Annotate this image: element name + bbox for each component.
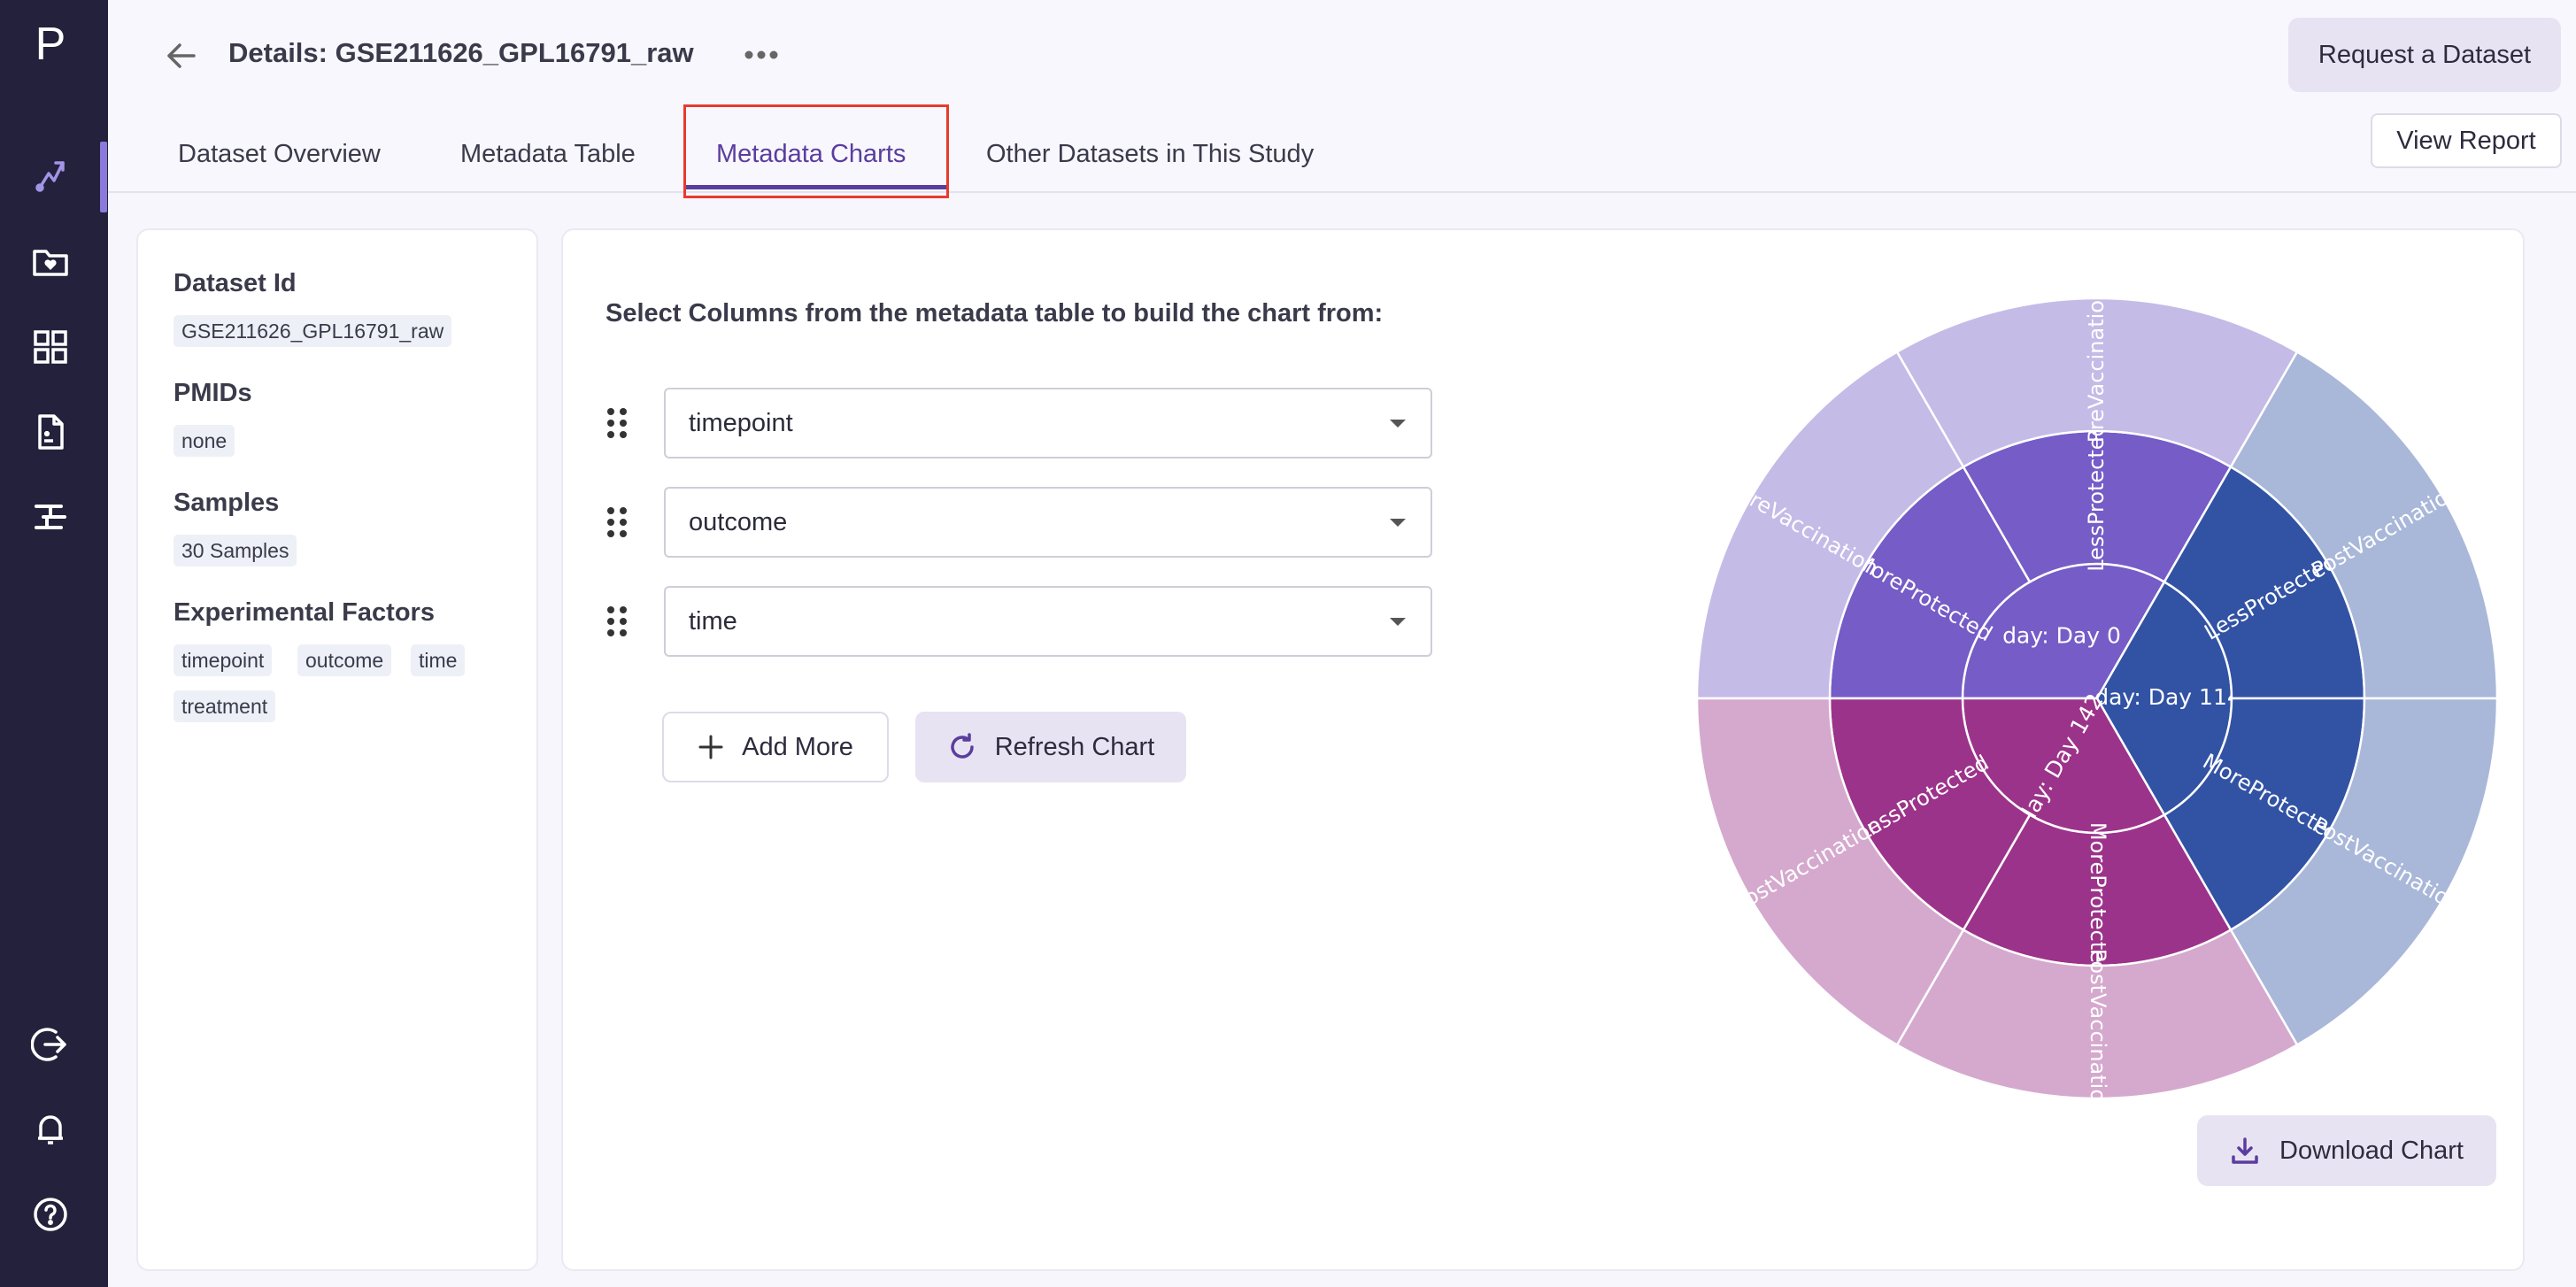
plus-icon (698, 735, 723, 759)
sunburst-segment-time-label: day: Day 0 (2002, 623, 2121, 649)
column-select-time[interactable]: time (664, 586, 1432, 657)
dataset-info-panel: Dataset Id GSE211626_GPL16791_raw PMIDs … (136, 228, 538, 1271)
experimental-factors-label: Experimental Factors (174, 598, 435, 627)
sidebar: P (0, 0, 108, 1287)
active-tab-highlight (683, 104, 949, 198)
chevron-down-icon (1390, 618, 1406, 626)
column-select-outcome[interactable]: outcome (664, 487, 1432, 558)
drag-handle-icon[interactable] (604, 405, 630, 441)
logout-icon[interactable] (24, 1018, 77, 1071)
pipeline-icon[interactable] (24, 490, 77, 543)
download-chart-button[interactable]: Download Chart (2197, 1115, 2496, 1186)
dataset-id-label: Dataset Id (174, 269, 297, 297)
factor-chip: treatment (174, 690, 276, 722)
drag-handle-icon[interactable] (604, 604, 630, 639)
page-header: Details: GSE211626_GPL16791_raw Request … (108, 0, 2576, 193)
grid-icon[interactable] (24, 320, 77, 374)
sunburst-chart[interactable]: day: Day 0MoreProtectedPreVaccination Les… (1696, 297, 2498, 1099)
tab-other-datasets[interactable]: Other Datasets in This Study (986, 140, 1314, 169)
chevron-down-icon (1390, 519, 1406, 527)
factor-chip: timepoint (174, 644, 273, 676)
builder-instruction: Select Columns from the metadata table t… (605, 299, 1384, 328)
more-horizontal-icon (744, 50, 778, 59)
factor-chip: time (411, 644, 466, 676)
refresh-chart-button[interactable]: Refresh Chart (915, 712, 1186, 782)
sunburst-segment-outcome-label: LessProtected (2084, 423, 2109, 572)
folder-heart-icon[interactable] (24, 235, 77, 289)
sunburst-segment-timepoint-label: PreVaccination (2084, 297, 2109, 443)
drag-handle-icon[interactable] (604, 505, 630, 540)
samples-chip: 30 Samples (174, 535, 297, 566)
select-value: timepoint (689, 409, 793, 437)
pmids-chip: none (174, 425, 235, 457)
factor-chip: outcome (297, 644, 392, 676)
column-select-timepoint[interactable]: timepoint (664, 388, 1432, 459)
tab-dataset-overview[interactable]: Dataset Overview (178, 140, 381, 169)
bell-icon[interactable] (24, 1103, 77, 1156)
more-options-button[interactable] (735, 37, 788, 73)
view-report-button[interactable]: View Report (2371, 113, 2562, 168)
back-button[interactable] (159, 34, 204, 78)
help-icon[interactable] (24, 1188, 77, 1241)
refresh-icon (951, 733, 974, 759)
tab-metadata-table[interactable]: Metadata Table (460, 140, 636, 169)
sunburst-segment-time-label: day: Day 114 (2094, 684, 2241, 710)
download-chart-label: Download Chart (2279, 1136, 2464, 1165)
document-icon[interactable] (24, 405, 77, 459)
request-dataset-button[interactable]: Request a Dataset (2288, 18, 2561, 92)
download-icon (2232, 1137, 2258, 1164)
page-title: Details: GSE211626_GPL16791_raw (228, 37, 694, 68)
add-more-button[interactable]: Add More (662, 712, 889, 782)
add-more-label: Add More (742, 732, 853, 761)
select-value: outcome (689, 508, 788, 536)
chevron-down-icon (1390, 420, 1406, 428)
samples-label: Samples (174, 489, 280, 517)
route-icon[interactable] (24, 149, 77, 202)
refresh-chart-label: Refresh Chart (994, 732, 1155, 761)
select-value: time (689, 607, 737, 636)
pmids-label: PMIDs (174, 379, 252, 407)
dataset-id-chip: GSE211626_GPL16791_raw (174, 315, 452, 347)
nav-active-indicator (100, 142, 107, 212)
app-logo[interactable]: P (0, 16, 101, 73)
arrow-left-icon (167, 43, 196, 68)
sunburst-segment-timepoint-label: PostVaccination (2086, 949, 2110, 1099)
